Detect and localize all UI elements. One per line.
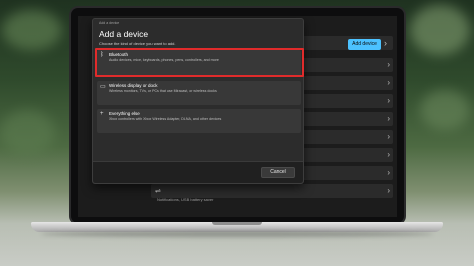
bokeh-light [420, 90, 470, 130]
plus-icon: + [100, 111, 104, 117]
dialog-title: Add a device [99, 29, 149, 39]
dialog-subtitle: Choose the kind of device you want to ad… [99, 41, 176, 46]
option-everything-else[interactable]: + Everything else Xbox controllers with … [97, 109, 301, 133]
monitor-icon: ▭ [100, 84, 106, 90]
dialog-footer: Cancel [93, 161, 303, 183]
option-description: Xbox controllers with Xbox Wireless Adap… [109, 117, 222, 121]
option-title: Bluetooth [109, 52, 129, 57]
laptop-notch [212, 222, 262, 225]
add-device-button[interactable]: Add device [348, 39, 381, 50]
laptop-screen: Bluetooth & devices ᛒ ⌨ › ⎙ › ▯ › ◉ › ⌖ … [78, 16, 397, 217]
option-description: Wireless monitors, TVs, or PCs that use … [109, 89, 217, 93]
chevron-right-icon: › [387, 186, 390, 195]
cancel-button[interactable]: Cancel [261, 167, 295, 178]
chevron-right-icon: › [387, 78, 390, 87]
chevron-right-icon: › [387, 96, 390, 105]
settings-row[interactable]: ⇌ › [151, 184, 393, 198]
option-description: Audio devices, mice, keyboards, phones, … [109, 58, 219, 62]
option-bluetooth[interactable]: ᛒ Bluetooth Audio devices, mice, keyboar… [97, 50, 301, 77]
chevron-right-icon: › [387, 114, 390, 123]
chevron-right-icon: › [384, 38, 387, 48]
chevron-right-icon: › [387, 168, 390, 177]
chevron-right-icon: › [387, 150, 390, 159]
bokeh-light [410, 5, 470, 55]
chevron-right-icon: › [387, 60, 390, 69]
bokeh-light [0, 110, 55, 155]
bluetooth-icon: ᛒ [100, 52, 104, 58]
usb-row-subtitle: Notifications, USB battery saver [157, 197, 214, 202]
usb-icon: ⇌ [155, 188, 161, 195]
option-title: Everything else [109, 111, 140, 116]
dialog-caption: Add a device [99, 21, 120, 25]
option-wireless-display[interactable]: ▭ Wireless display or dock Wireless moni… [97, 81, 301, 105]
bokeh-light [2, 10, 62, 50]
chevron-right-icon: › [387, 132, 390, 141]
option-title: Wireless display or dock [109, 83, 158, 88]
laptop-shadow [41, 231, 433, 237]
add-device-dialog: Add a device Add a device Choose the kin… [92, 18, 304, 184]
